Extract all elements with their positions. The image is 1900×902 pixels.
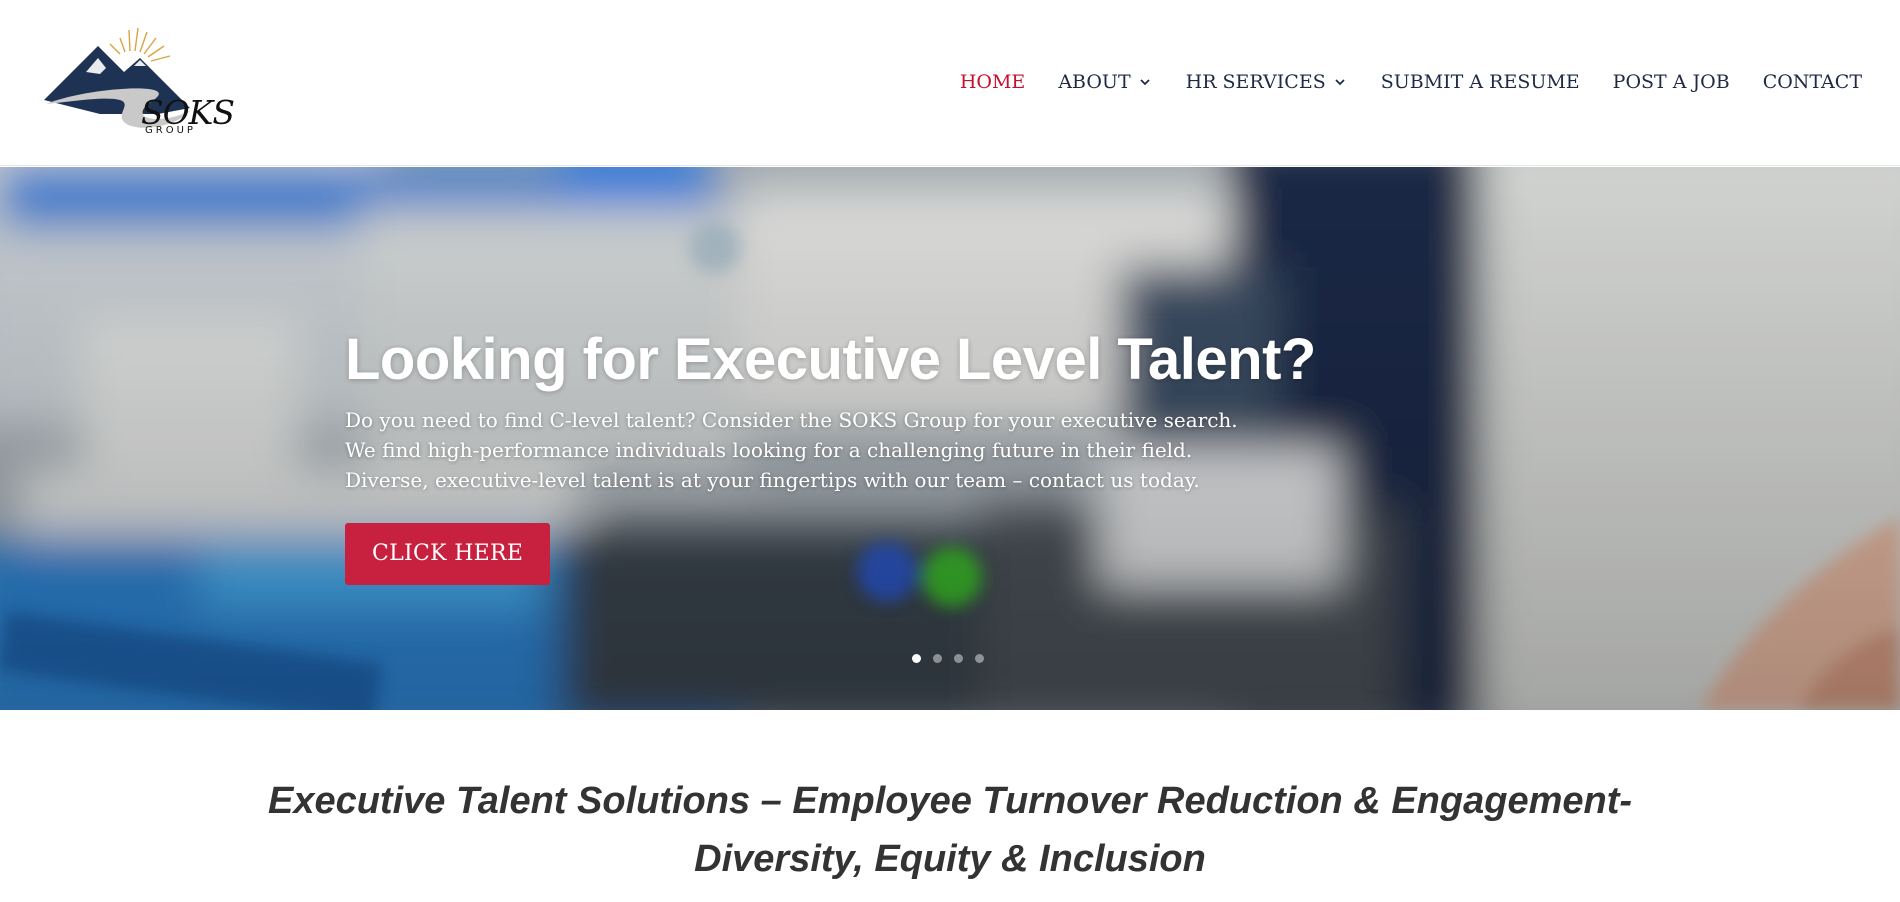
hero-description-line: Diverse, executive-level talent is at yo…: [345, 467, 1200, 492]
hero-description: Do you need to find C-level talent? Cons…: [345, 405, 1345, 495]
logo-subtitle: GROUP: [145, 125, 196, 136]
main-nav: HOME ABOUT HR SERVICES SUBMIT A RESUME P…: [927, 70, 1862, 94]
nav-item-about[interactable]: ABOUT: [1058, 70, 1152, 94]
slider-dot-1[interactable]: [912, 654, 921, 663]
tagline-line: Executive Talent Solutions – Employee Tu…: [267, 780, 1633, 822]
slider-dot-4[interactable]: [975, 654, 984, 663]
nav-item-label: HR SERVICES: [1185, 71, 1326, 93]
hero-title: Looking for Executive Level Talent?: [345, 327, 1316, 392]
hero-description-line: We find high-performance individuals loo…: [345, 437, 1193, 462]
hero-content: Looking for Executive Level Talent? Do y…: [345, 327, 1345, 585]
nav-item-contact[interactable]: CONTACT: [1763, 70, 1862, 94]
tagline-line: Diversity, Equity & Inclusion: [694, 838, 1206, 880]
slider-pagination: [912, 654, 984, 663]
slider-dot-3[interactable]: [954, 654, 963, 663]
nav-item-submit-resume[interactable]: SUBMIT A RESUME: [1381, 70, 1580, 94]
nav-item-hr-services[interactable]: HR SERVICES: [1186, 70, 1348, 94]
click-here-button[interactable]: CLICK HERE: [345, 522, 551, 585]
site-logo[interactable]: SOKS GROUP: [40, 18, 235, 142]
nav-item-label: SUBMIT A RESUME: [1380, 71, 1580, 93]
nav-item-label: CONTACT: [1762, 71, 1862, 93]
chevron-down-icon: [1335, 79, 1345, 86]
nav-item-label: POST A JOB: [1612, 71, 1730, 93]
chevron-down-icon: [1139, 79, 1150, 86]
hero-slider: Looking for Executive Level Talent? Do y…: [0, 167, 1900, 710]
hero-description-line: Do you need to find C-level talent? Cons…: [345, 407, 1238, 432]
nav-item-home[interactable]: HOME: [960, 70, 1025, 94]
nav-item-label: HOME: [959, 71, 1026, 93]
nav-item-post-job[interactable]: POST A JOB: [1613, 70, 1730, 94]
site-header: SOKS GROUP HOME ABOUT HR SERVICES SUBMIT…: [0, 0, 1900, 166]
slider-dot-2[interactable]: [933, 654, 942, 663]
nav-item-label: ABOUT: [1058, 71, 1131, 93]
tagline-heading: Executive Talent Solutions – Employee Tu…: [0, 772, 1900, 888]
